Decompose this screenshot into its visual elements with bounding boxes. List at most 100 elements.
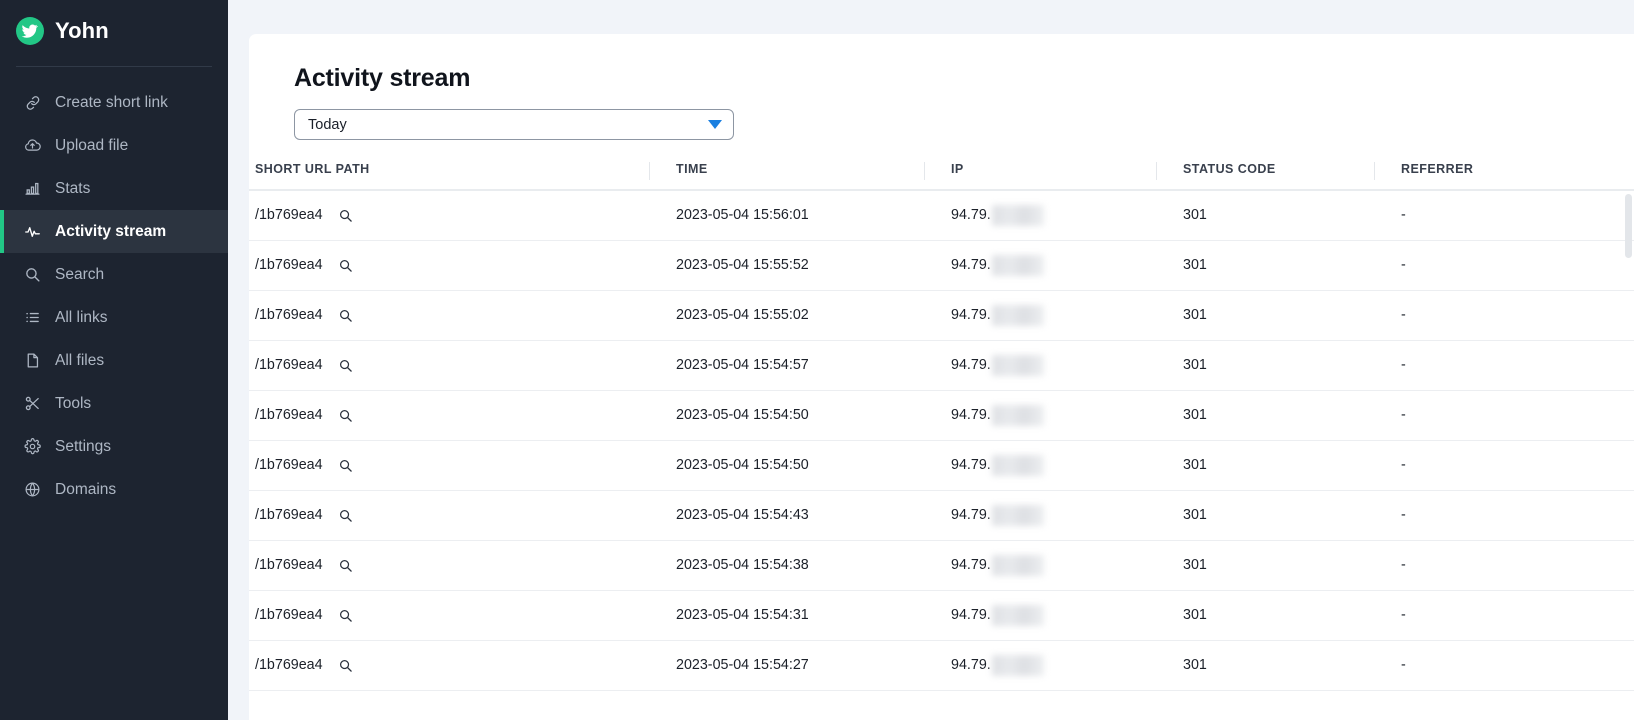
column-header-short-url-path[interactable]: SHORT URL PATH — [249, 162, 649, 191]
status-code-text: 301 — [1183, 407, 1207, 423]
search-icon[interactable] — [338, 308, 353, 323]
ip-redaction-blur — [991, 354, 1044, 376]
file-icon — [24, 352, 41, 369]
search-icon — [24, 266, 41, 283]
cell-short-url-path: /1b769ea4 — [249, 390, 649, 441]
period-filter-select[interactable]: Today — [294, 109, 734, 140]
cell-short-url-path: /1b769ea4 — [249, 190, 649, 241]
short-url-path-text: /1b769ea4 — [255, 557, 323, 573]
table-row[interactable]: /1b769ea4 2023-05-04 15:54:38 94.79. 301 - — [249, 540, 1634, 591]
sidebar-item-settings[interactable]: Settings — [0, 425, 228, 468]
table-row[interactable]: /1b769ea4 2023-05-04 15:55:52 94.79. 301 - — [249, 240, 1634, 291]
search-icon[interactable] — [338, 608, 353, 623]
sidebar-item-upload-file[interactable]: Upload file — [0, 124, 228, 167]
cell-short-url-path: /1b769ea4 — [249, 490, 649, 541]
table-row[interactable]: /1b769ea4 2023-05-04 15:56:01 94.79. 301 - — [249, 190, 1634, 241]
table-row[interactable]: /1b769ea4 2023-05-04 15:54:57 94.79. 301 - — [249, 340, 1634, 391]
table-row[interactable]: /1b769ea4 2023-05-04 15:54:43 94.79. 301 - — [249, 490, 1634, 541]
table-head: SHORT URL PATH TIME IP STATUS CODE REFER… — [249, 162, 1634, 191]
cell-referrer: - — [1374, 590, 1634, 641]
ip-text: 94.79. — [951, 607, 991, 623]
sidebar-item-label: Search — [55, 265, 105, 283]
sidebar-item-label: Settings — [55, 437, 112, 455]
column-header-status-code[interactable]: STATUS CODE — [1156, 162, 1374, 191]
ip-redaction-blur — [991, 454, 1044, 476]
ip-redaction-blur — [991, 254, 1044, 276]
sidebar-item-domains[interactable]: Domains — [0, 468, 228, 511]
short-url-path-text: /1b769ea4 — [255, 657, 323, 673]
ip-redaction-blur — [991, 204, 1044, 226]
status-code-text: 301 — [1183, 557, 1207, 573]
cell-referrer: - — [1374, 240, 1634, 291]
table-row[interactable]: /1b769ea4 2023-05-04 15:54:31 94.79. 301 - — [249, 590, 1634, 641]
table-row[interactable]: /1b769ea4 2023-05-04 15:54:27 94.79. 301 - — [249, 640, 1634, 691]
sidebar-item-activity-stream[interactable]: Activity stream — [0, 210, 228, 253]
time-text: 2023-05-04 15:54:31 — [676, 607, 809, 623]
scissors-icon — [24, 395, 41, 412]
search-icon[interactable] — [338, 358, 353, 373]
main-content: Activity stream Today SHORT URL PATH TIM… — [228, 0, 1634, 720]
cell-ip: 94.79. — [924, 440, 1156, 491]
cell-status-code: 301 — [1156, 540, 1374, 591]
search-icon[interactable] — [338, 558, 353, 573]
cell-ip: 94.79. — [924, 240, 1156, 291]
time-text: 2023-05-04 15:54:50 — [676, 457, 809, 473]
list-icon — [24, 309, 41, 326]
search-icon[interactable] — [338, 508, 353, 523]
table-row[interactable]: /1b769ea4 2023-05-04 15:54:50 94.79. 301 - — [249, 440, 1634, 491]
cell-ip: 94.79. — [924, 340, 1156, 391]
cell-status-code: 301 — [1156, 340, 1374, 391]
brand[interactable]: Yohn — [0, 0, 228, 62]
short-url-path-text: /1b769ea4 — [255, 307, 323, 323]
cell-short-url-path: /1b769ea4 — [249, 540, 649, 591]
app-root: Yohn Create short link Upload file Stats… — [0, 0, 1634, 720]
sidebar-item-all-files[interactable]: All files — [0, 339, 228, 382]
cell-status-code: 301 — [1156, 290, 1374, 341]
column-header-referrer[interactable]: REFERRER — [1374, 162, 1634, 191]
table-row[interactable]: /1b769ea4 2023-05-04 15:55:02 94.79. 301 - — [249, 290, 1634, 341]
cell-short-url-path: /1b769ea4 — [249, 590, 649, 641]
globe-icon — [24, 481, 41, 498]
column-header-time[interactable]: TIME — [649, 162, 924, 191]
referrer-text: - — [1401, 357, 1406, 373]
vertical-scrollbar[interactable] — [1625, 194, 1632, 258]
sidebar-item-tools[interactable]: Tools — [0, 382, 228, 425]
search-icon[interactable] — [338, 258, 353, 273]
activity-table-scroll[interactable]: SHORT URL PATH TIME IP STATUS CODE REFER… — [249, 162, 1634, 691]
sidebar-item-search[interactable]: Search — [0, 253, 228, 296]
search-icon[interactable] — [338, 208, 353, 223]
cell-short-url-path: /1b769ea4 — [249, 240, 649, 291]
referrer-text: - — [1401, 657, 1406, 673]
cell-status-code: 301 — [1156, 640, 1374, 691]
ip-redaction-blur — [991, 504, 1044, 526]
sidebar-item-label: All links — [55, 308, 108, 326]
search-icon[interactable] — [338, 458, 353, 473]
cell-status-code: 301 — [1156, 590, 1374, 641]
cell-time: 2023-05-04 15:56:01 — [649, 190, 924, 241]
activity-table: SHORT URL PATH TIME IP STATUS CODE REFER… — [249, 162, 1634, 691]
status-code-text: 301 — [1183, 257, 1207, 273]
cell-ip: 94.79. — [924, 190, 1156, 241]
table-row[interactable]: /1b769ea4 2023-05-04 15:54:50 94.79. 301 - — [249, 390, 1634, 441]
referrer-text: - — [1401, 307, 1406, 323]
time-text: 2023-05-04 15:56:01 — [676, 207, 809, 224]
sidebar-divider — [16, 66, 212, 67]
sidebar-item-label: Create short link — [55, 93, 168, 111]
sidebar-item-create-short-link[interactable]: Create short link — [0, 81, 228, 124]
cell-ip: 94.79. — [924, 640, 1156, 691]
sidebar-item-all-links[interactable]: All links — [0, 296, 228, 339]
ip-text: 94.79. — [951, 657, 991, 673]
ip-text: 94.79. — [951, 457, 991, 473]
link-icon — [24, 94, 41, 111]
cell-ip: 94.79. — [924, 490, 1156, 541]
search-icon[interactable] — [338, 408, 353, 423]
search-icon[interactable] — [338, 658, 353, 673]
short-url-path-text: /1b769ea4 — [255, 457, 323, 473]
short-url-path-text: /1b769ea4 — [255, 607, 323, 623]
sidebar-item-stats[interactable]: Stats — [0, 167, 228, 210]
cell-referrer: - — [1374, 440, 1634, 491]
column-header-ip[interactable]: IP — [924, 162, 1156, 191]
cell-time: 2023-05-04 15:54:50 — [649, 390, 924, 441]
short-url-path-text: /1b769ea4 — [255, 357, 323, 373]
cell-short-url-path: /1b769ea4 — [249, 340, 649, 391]
